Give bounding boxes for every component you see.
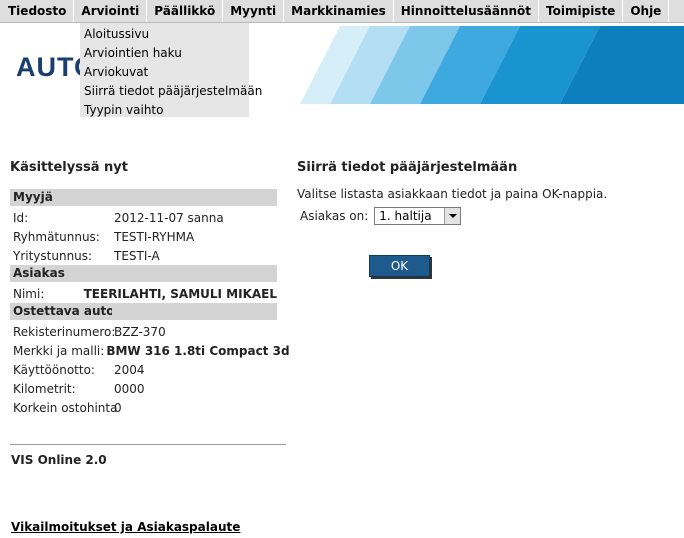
header-banner bbox=[300, 26, 684, 104]
customer-header: Asiakas bbox=[10, 265, 277, 282]
seller-header: Myyjä bbox=[10, 189, 277, 206]
info-key: Yritystunnus: bbox=[13, 248, 93, 263]
info-value: TESTI-RYHMA bbox=[114, 229, 195, 244]
info-row: Rekisterinumero: BZZ-370 bbox=[10, 322, 277, 341]
menu-toimipiste[interactable]: Toimipiste bbox=[539, 0, 624, 22]
menu-arviointi[interactable]: Arviointi bbox=[74, 0, 148, 22]
dropdown-item-arviokuvat[interactable]: Arviokuvat bbox=[80, 63, 249, 82]
transfer-instruction: Valitse listasta asiakkaan tiedot ja pai… bbox=[297, 187, 608, 201]
info-row: Merkki ja malli: BMW 316 1.8ti Compact 3… bbox=[10, 341, 290, 360]
current-case-panel: Käsittelyssä nyt Myyjä Id: 2012-11-07 sa… bbox=[10, 160, 290, 417]
info-value: BMW 316 1.8ti Compact 3d bbox=[106, 343, 290, 358]
info-row: Ryhmätunnus: TESTI-RYHMA bbox=[10, 227, 277, 246]
dropdown-item-tyypin-vaihto[interactable]: Tyypin vaihto bbox=[80, 101, 249, 120]
current-case-title: Käsittelyssä nyt bbox=[10, 160, 128, 175]
transfer-title: Siirrä tiedot pääjärjestelmään bbox=[297, 160, 518, 175]
info-key: Id: bbox=[13, 210, 29, 225]
info-row: Käyttöönotto: 2004 bbox=[10, 360, 277, 379]
customer-label: Asiakas on: bbox=[300, 209, 369, 223]
customer-select[interactable]: 1. haltija bbox=[374, 207, 462, 225]
info-row: Id: 2012-11-07 sanna bbox=[10, 208, 277, 227]
info-key: Kilometrit: bbox=[13, 381, 76, 396]
seller-header-label: Myyjä bbox=[10, 189, 109, 206]
version-label: VIS Online 2.0 bbox=[11, 453, 107, 467]
header-filler bbox=[112, 189, 277, 206]
info-key: Merkki ja malli: bbox=[13, 343, 105, 358]
menu-tiedosto[interactable]: Tiedosto bbox=[0, 0, 75, 22]
chevron-down-icon[interactable] bbox=[444, 208, 461, 224]
feedback-link[interactable]: Vikailmoitukset ja Asiakaspalaute bbox=[11, 520, 240, 534]
arviointi-dropdown: Aloitussivu Arviointien haku Arviokuvat … bbox=[80, 23, 262, 120]
info-key: Nimi: bbox=[13, 286, 45, 301]
ok-button[interactable]: OK bbox=[369, 255, 430, 277]
info-row: Nimi: TEERILAHTI, SAMULI MIKAEL bbox=[10, 284, 277, 303]
info-value: BZZ-370 bbox=[114, 324, 166, 339]
top-menu-bar: Tiedosto Arviointi Päällikkö Myynti Mark… bbox=[0, 0, 684, 23]
header-filler bbox=[112, 303, 277, 320]
dropdown-item-aloitussivu[interactable]: Aloitussivu bbox=[80, 25, 249, 44]
dropdown-item-arviointien-haku[interactable]: Arviointien haku bbox=[80, 44, 249, 63]
menu-ohje[interactable]: Ohje bbox=[623, 0, 670, 22]
car-header-label: Ostettava auto bbox=[10, 303, 115, 320]
info-value: 2012-11-07 sanna bbox=[114, 210, 224, 225]
car-header: Ostettava auto bbox=[10, 303, 277, 320]
info-key: Ryhmätunnus: bbox=[13, 229, 100, 244]
customer-header-label: Asiakas bbox=[10, 265, 109, 282]
info-row: Yritystunnus: TESTI-A bbox=[10, 246, 277, 265]
info-value: TEERILAHTI, SAMULI MIKAEL bbox=[83, 286, 277, 301]
info-key: Korkein ostohinta bbox=[13, 400, 118, 415]
info-row: Kilometrit: 0000 bbox=[10, 379, 277, 398]
customer-select-value: 1. haltija bbox=[379, 209, 432, 223]
menu-hinnoittelusaannot[interactable]: Hinnoittelusäännöt bbox=[394, 0, 540, 22]
transfer-panel: Siirrä tiedot pääjärjestelmään Valitse l… bbox=[297, 160, 677, 277]
menu-myynti[interactable]: Myynti bbox=[223, 0, 285, 22]
info-value: 2004 bbox=[114, 362, 145, 377]
info-row: Korkein ostohinta 0 bbox=[10, 398, 277, 417]
info-value: TESTI-A bbox=[114, 248, 160, 263]
header-filler bbox=[112, 265, 277, 282]
left-divider bbox=[10, 444, 286, 445]
menu-markkinamies[interactable]: Markkinamies bbox=[284, 0, 394, 22]
customer-field-row: Asiakas on: 1. haltija bbox=[297, 207, 677, 225]
info-key: Käyttöönotto: bbox=[13, 362, 95, 377]
info-key: Rekisterinumero: bbox=[13, 324, 116, 339]
info-value: 0000 bbox=[114, 381, 145, 396]
dropdown-item-siirra-tiedot[interactable]: Siirrä tiedot pääjärjestelmään bbox=[80, 82, 262, 101]
info-value: 0 bbox=[114, 400, 122, 415]
menu-paallikko[interactable]: Päällikkö bbox=[147, 0, 224, 22]
